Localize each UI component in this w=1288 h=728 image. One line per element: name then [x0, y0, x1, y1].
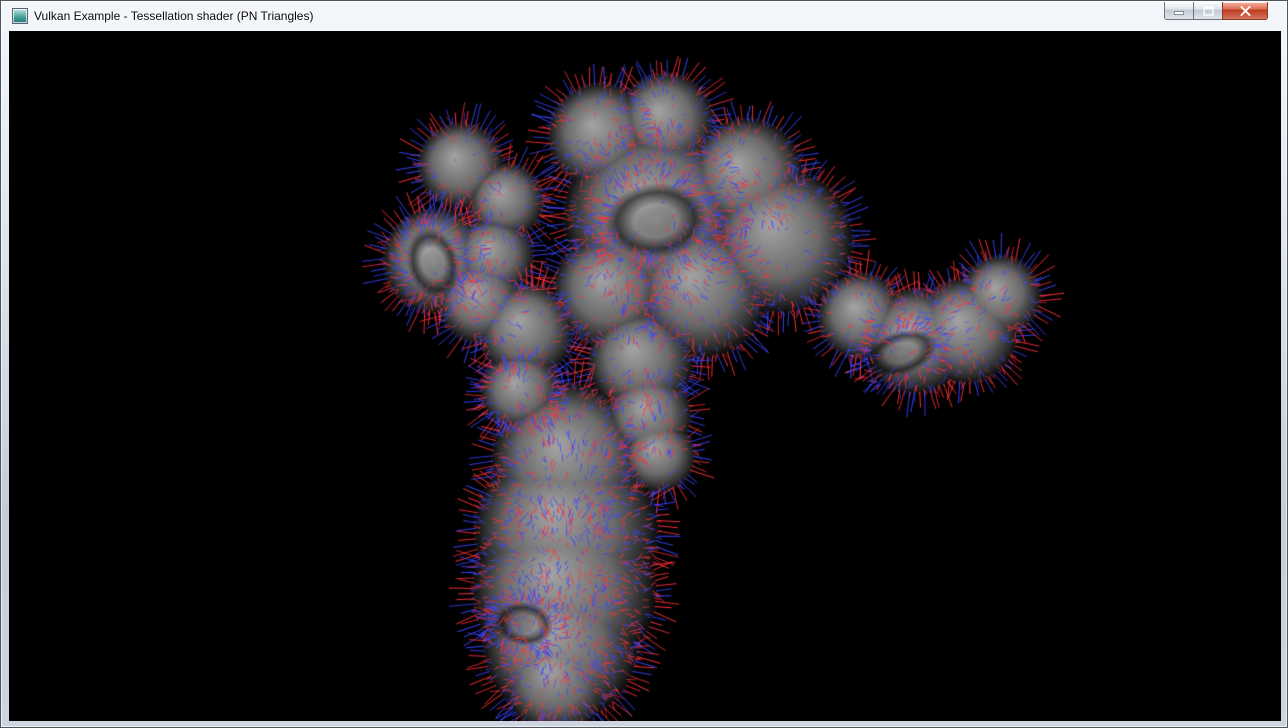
close-button[interactable]: [1222, 2, 1268, 20]
window-title: Vulkan Example - Tessellation shader (PN…: [34, 9, 313, 23]
app-icon: [12, 8, 28, 24]
maximize-button[interactable]: [1194, 2, 1222, 20]
viewport: [9, 31, 1281, 721]
close-icon: [1240, 6, 1251, 16]
minimize-button[interactable]: [1164, 2, 1194, 20]
titlebar[interactable]: Vulkan Example - Tessellation shader (PN…: [1, 1, 1287, 31]
minimize-icon: [1174, 6, 1184, 16]
window-controls: [1164, 2, 1268, 20]
render-canvas[interactable]: [9, 31, 1281, 721]
app-window: Vulkan Example - Tessellation shader (PN…: [0, 0, 1288, 728]
maximize-icon: [1203, 6, 1214, 16]
